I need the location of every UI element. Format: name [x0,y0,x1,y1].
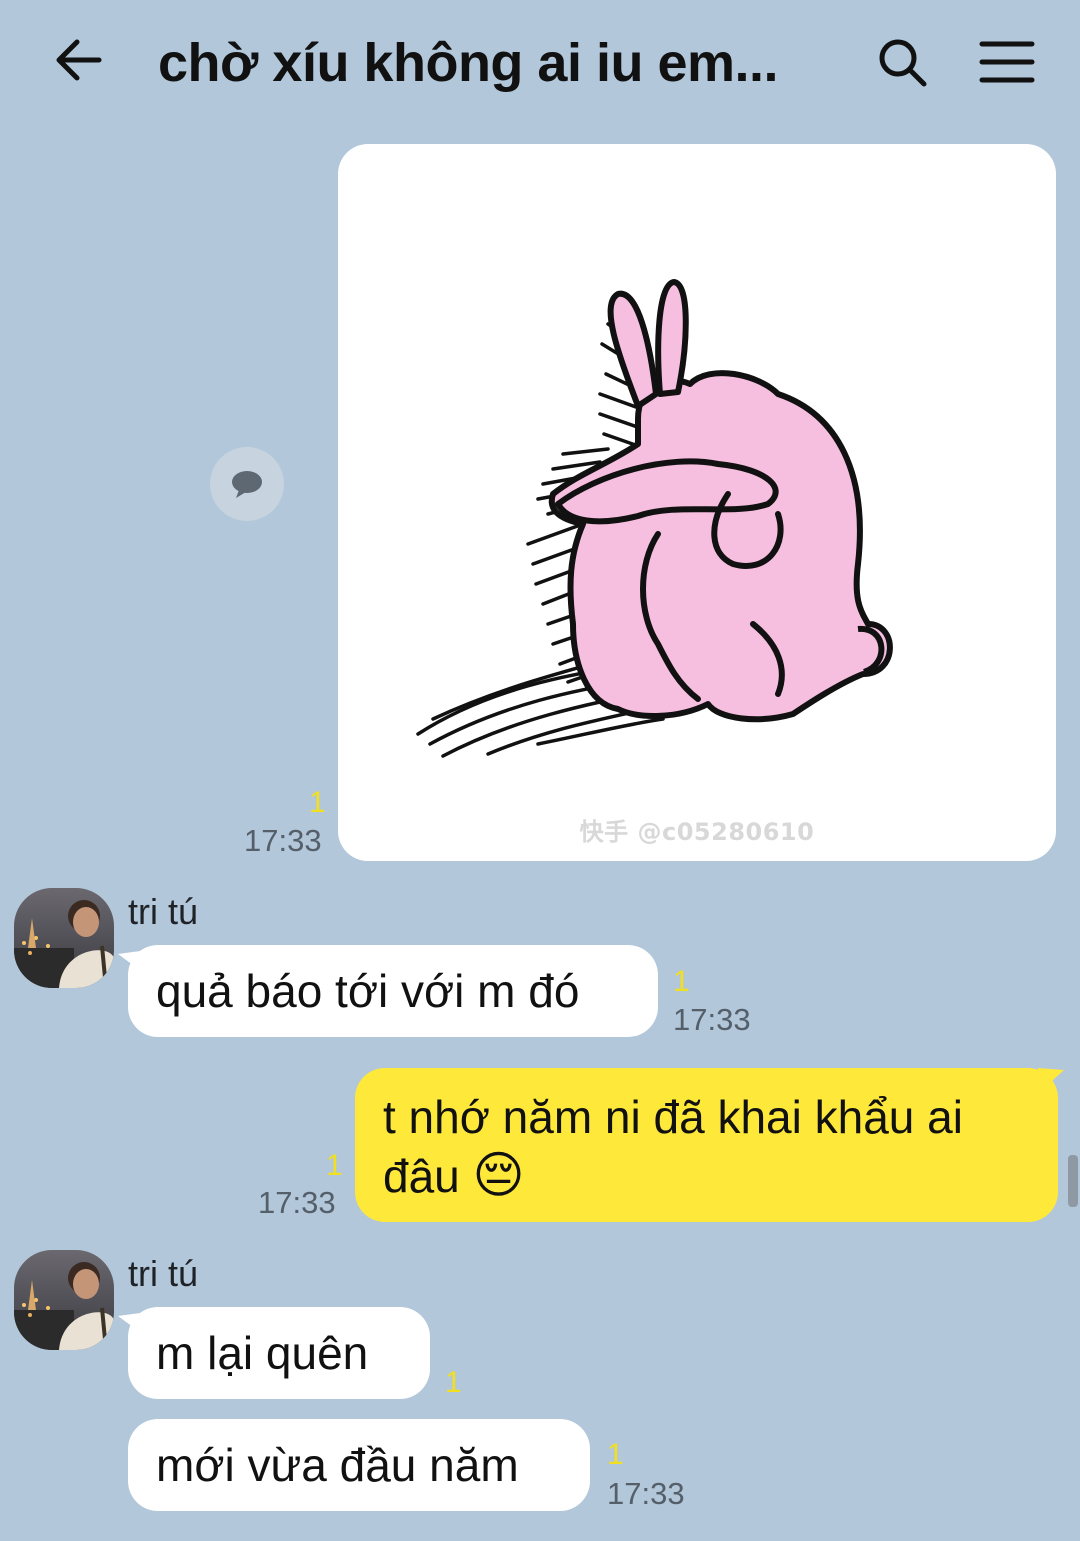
message-text: mới vừa đầu năm [156,1439,519,1491]
bubble-tail [118,950,148,976]
message-time: 17:33 [244,823,322,858]
unread-count: 1 [607,1438,624,1471]
unread-count: 1 [673,965,690,998]
sender-name: tri tú [128,891,199,932]
pink-rabbit-sticker [416,279,893,758]
message-bubble[interactable]: m lại quên [128,1307,430,1399]
reply-button[interactable] [210,447,284,521]
my-message-bubble[interactable]: t nhớ năm ni đã khai khẩu ai đâu 😔 [355,1068,1058,1222]
back-button[interactable] [48,30,108,90]
speech-bubble-icon [232,471,262,498]
message-time: 17:33 [673,1002,751,1037]
hamburger-menu-icon [979,41,1035,83]
profile-photo [14,888,114,988]
sender-name: tri tú [128,1253,199,1294]
unread-count: 1 [445,1366,462,1399]
message-text: m lại quên [156,1327,369,1379]
message-bubble[interactable]: quả báo tới với m đó [128,945,658,1037]
message-time: 17:33 [258,1185,336,1220]
chat-title[interactable]: chờ xíu không ai iu em... [158,28,838,98]
search-icon [879,39,927,87]
menu-button[interactable] [976,36,1038,88]
message-text: t nhớ năm ni đã khai khẩu ai đâu 😔 [383,1091,963,1203]
avatar[interactable] [14,1250,114,1350]
bubble-tail [118,1312,148,1338]
message-time: 17:33 [607,1476,685,1511]
message-text: quả báo tới với m đó [156,965,580,1017]
profile-photo [14,1250,114,1350]
avatar[interactable] [14,888,114,988]
chat-header: chờ xíu không ai iu em... [0,0,1080,125]
pensive-face-emoji: 😔 [472,1147,525,1203]
sticker-message[interactable]: 快手 @c05280610 [338,144,1056,861]
bubble-tail [1038,1068,1064,1094]
scrollbar-thumb[interactable] [1068,1155,1078,1207]
unread-count: 1 [309,786,326,819]
unread-count: 1 [326,1149,343,1182]
message-bubble[interactable]: mới vừa đầu năm [128,1419,590,1511]
arrow-left-icon [56,39,102,81]
sticker-watermark: 快手 @c05280610 [579,818,815,846]
search-button[interactable] [872,32,934,94]
